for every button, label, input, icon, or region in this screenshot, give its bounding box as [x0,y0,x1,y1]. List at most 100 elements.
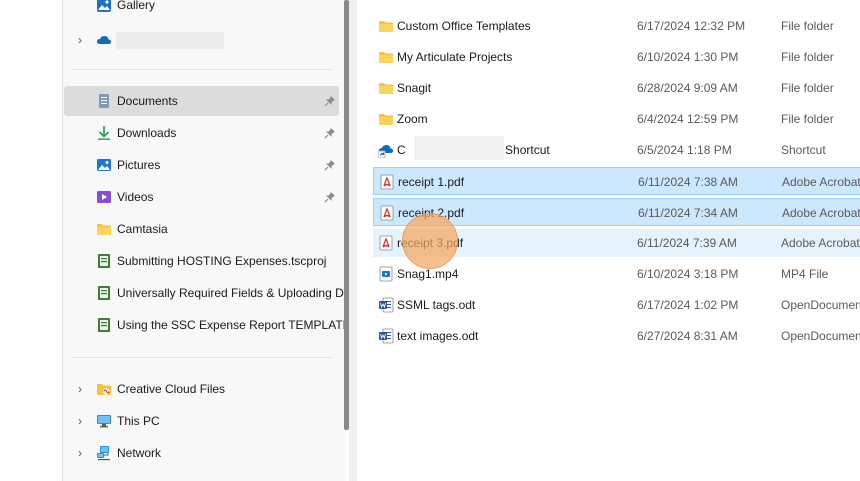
nav-item-camtasia[interactable]: Camtasia [64,214,339,244]
file-date-modified: 6/5/2024 1:18 PM [637,143,732,157]
file-name: text images.odt [397,329,479,343]
file-date-modified: 6/10/2024 1:30 PM [637,50,739,64]
file-row-receipt-2[interactable]: receipt 2.pdf 6/11/2024 7:34 AM Adobe Ac… [373,198,860,226]
pdf-icon [379,205,395,221]
pin-icon[interactable] [324,159,336,171]
file-date-modified: 6/17/2024 12:32 PM [637,19,746,33]
nav-item-documents[interactable]: Documents [64,86,339,116]
nav-item-label: Videos [117,190,154,204]
nav-item-recent-file[interactable]: Submitting HOSTING Expenses.tscproj [64,246,339,276]
nav-divider [73,357,333,358]
file-row-ssml-tags-odt[interactable]: SSML tags.odt 6/17/2024 1:02 PM OpenDocu… [373,291,860,319]
nav-item-label: Gallery [117,0,156,12]
redacted-shortcut-name [414,136,504,160]
pdf-icon [378,235,394,251]
word-document-icon [378,328,394,344]
file-type: OpenDocumen [781,298,860,312]
nav-item-this-pc[interactable]: › This PC [64,406,339,436]
chevron-right-icon[interactable]: › [74,383,86,395]
pane-splitter[interactable] [349,0,357,481]
file-name: Custom Office Templates [397,19,531,33]
nav-item-pictures[interactable]: Pictures [64,150,339,180]
file-type: Adobe Acrobat [782,175,860,189]
file-date-modified: 6/11/2024 7:34 AM [638,206,738,220]
file-date-modified: 6/27/2024 8:31 AM [637,329,738,343]
file-type: File folder [781,81,834,95]
file-row-custom-office-templates[interactable]: Custom Office Templates 6/17/2024 12:32 … [373,12,860,40]
nav-item-downloads[interactable]: Downloads [64,118,339,148]
folder-icon [378,111,394,127]
nav-item-label: Network [117,446,162,460]
documents-icon [96,93,112,109]
file-type: Adobe Acrobat [782,206,860,220]
onedrive-shortcut-icon [377,142,394,159]
file-name: receipt 2.pdf [398,206,465,220]
file-list: Custom Office Templates 6/17/2024 12:32 … [357,0,860,481]
file-date-modified: 6/17/2024 1:02 PM [637,298,739,312]
file-name: My Articulate Projects [397,50,513,64]
redacted-account-name [116,32,224,49]
folder-icon [378,49,394,65]
file-row-my-articulate-projects[interactable]: My Articulate Projects 6/10/2024 1:30 PM… [373,43,860,71]
folder-icon [378,80,394,96]
file-name: Snagit [397,81,432,95]
network-icon [96,445,112,461]
gallery-icon [96,0,112,13]
file-row-receipt-3[interactable]: receipt 3.pdf 6/11/2024 7:39 AM Adobe Ac… [373,229,860,257]
nav-item-recent-file[interactable]: Using the SSC Expense Report TEMPLATE.t [64,310,357,340]
pin-icon[interactable] [324,95,336,107]
chevron-right-icon[interactable]: › [74,415,86,427]
videos-icon [96,189,112,205]
file-row-snagit[interactable]: Snagit 6/28/2024 9:09 AM File folder [373,74,860,102]
nav-item-gallery[interactable]: Gallery [64,0,339,20]
nav-item-label: Submitting HOSTING Expenses.tscproj [117,254,327,268]
nav-item-label: Creative Cloud Files [117,382,226,396]
tscproj-file-icon [96,285,112,301]
file-row-zoom[interactable]: Zoom 6/4/2024 12:59 PM File folder [373,105,860,133]
nav-item-label: Downloads [117,126,177,140]
pin-icon[interactable] [324,127,336,139]
word-document-icon [378,297,394,313]
nav-item-label: Documents [117,94,178,108]
file-date-modified: 6/28/2024 9:09 AM [637,81,738,95]
nav-item-network[interactable]: › Network [64,438,339,468]
file-date-modified: 6/11/2024 7:39 AM [637,236,737,250]
nav-item-label: Pictures [117,158,161,172]
pin-icon[interactable] [324,191,336,203]
nav-item-onedrive[interactable]: › [64,25,339,55]
chevron-right-icon[interactable]: › [74,447,86,459]
nav-item-label: Universally Required Fields & Uploading … [117,286,344,300]
file-row-shortcut[interactable]: Cn - Shortcut 6/5/2024 1:18 PM Shortcut [373,136,860,164]
tscproj-file-icon [96,317,112,333]
file-row-snag1-mp4[interactable]: Snag1.mp4 6/10/2024 3:18 PM MP4 File [373,260,860,288]
cloud-icon [96,32,112,48]
chevron-right-icon[interactable]: › [74,34,86,46]
file-name: receipt 1.pdf [398,175,465,189]
file-type: OpenDocumen [781,329,860,343]
file-name: Snag1.mp4 [397,267,459,281]
nav-item-label: This PC [117,414,160,428]
nav-item-label: Camtasia [117,222,168,236]
video-file-icon [378,266,394,282]
file-type: File folder [781,50,834,64]
computer-icon [96,413,112,429]
file-type: File folder [781,19,834,33]
file-row-text-images-odt[interactable]: text images.odt 6/27/2024 8:31 AM OpenDo… [373,322,860,350]
file-name-prefix: C [397,143,406,157]
download-icon [96,125,112,141]
nav-item-creative-cloud-files[interactable]: › Creative Cloud Files [64,374,339,404]
window-margin [0,0,62,481]
nav-item-videos[interactable]: Videos [64,182,339,212]
file-name: SSML tags.odt [397,298,476,312]
file-name: receipt 3.pdf [397,236,464,250]
pictures-icon [96,157,112,173]
nav-item-recent-file[interactable]: Universally Required Fields & Uploading … [64,278,344,308]
nav-divider [73,69,333,70]
navigation-pane: Gallery › Documents Downloads Pictures V… [62,0,357,481]
file-row-receipt-1[interactable]: receipt 1.pdf 6/11/2024 7:38 AM Adobe Ac… [373,167,860,195]
file-type: Shortcut [781,143,826,157]
folder-icon [96,221,112,237]
file-name: Zoom [397,112,428,126]
creative-cloud-folder-icon [96,381,112,397]
file-date-modified: 6/11/2024 7:38 AM [638,175,738,189]
